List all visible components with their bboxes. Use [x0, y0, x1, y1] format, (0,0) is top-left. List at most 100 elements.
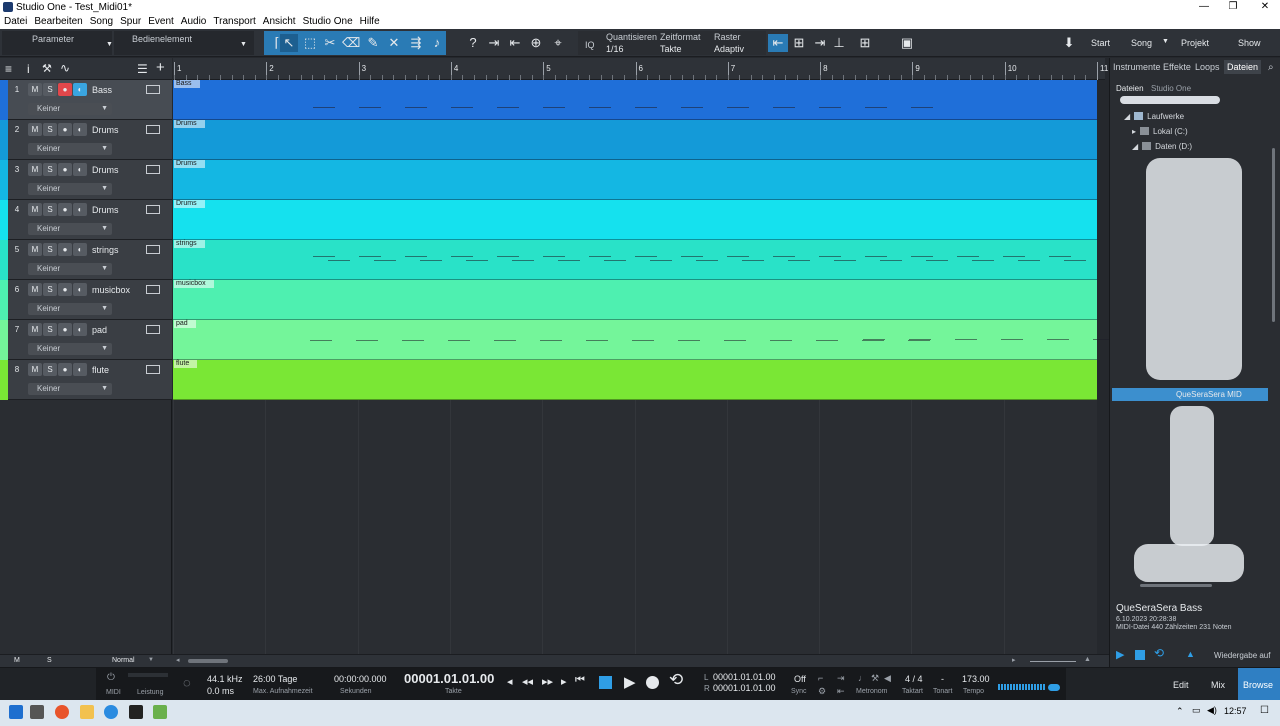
arrange-view[interactable]: Bass Drums Drums Drums strings musicbox pad flu… — [173, 80, 1115, 654]
minimize-button[interactable]: — — [1196, 1, 1212, 12]
preview-play-icon[interactable]: ▶ — [1116, 648, 1124, 661]
firefox-icon[interactable] — [55, 705, 69, 719]
return-zero-icon[interactable]: ⏮ — [575, 674, 585, 687]
close-button[interactable]: ✕ — [1257, 1, 1273, 12]
edge-icon[interactable] — [104, 705, 118, 719]
keyboard-icon[interactable] — [146, 165, 160, 174]
menu-song[interactable]: Song — [86, 15, 116, 27]
tab-instruments[interactable]: Instrumente — [1113, 62, 1161, 72]
solo-button[interactable]: S — [43, 163, 57, 176]
track-row[interactable]: 8 M S ● ◐ flute Keiner ▼ — [0, 360, 172, 400]
wrench-icon[interactable]: ⚒ — [42, 62, 52, 75]
monitor-icon[interactable]: ◐ — [73, 123, 87, 136]
search-icon[interactable]: ⌕ — [1268, 62, 1274, 73]
mute-tool-icon[interactable]: ✕ — [385, 34, 403, 52]
solo-button[interactable]: S — [43, 283, 57, 296]
timeformat-value[interactable]: Takte — [660, 44, 682, 54]
range-tool-icon[interactable]: ⬚ — [301, 34, 319, 52]
position-display[interactable]: 00001.01.01.00 — [404, 671, 494, 686]
input-select[interactable]: Keiner ▼ — [28, 223, 112, 235]
menu-hilfe[interactable]: Hilfe — [356, 15, 383, 27]
menu-audio[interactable]: Audio — [177, 15, 210, 27]
solo-button[interactable]: S — [43, 323, 57, 336]
menu-datei[interactable]: Datei — [0, 15, 30, 27]
subtab-files[interactable]: Dateien — [1116, 84, 1144, 93]
mode-dropdown-icon[interactable]: ▼ — [148, 657, 154, 663]
arrow-tool-icon[interactable]: ↖ — [280, 34, 298, 52]
menu-bearbeiten[interactable]: Bearbeiten — [30, 15, 85, 27]
play-button-icon[interactable]: ▶ — [624, 673, 636, 691]
performance-label[interactable]: Leistung — [137, 689, 163, 696]
global-solo[interactable]: S — [47, 657, 52, 664]
track-name[interactable]: Bass — [92, 85, 112, 95]
keyboard-icon[interactable] — [146, 365, 160, 374]
paint-tool-icon[interactable]: ✎ — [364, 34, 382, 52]
time-seconds[interactable]: 00:00:00.000 — [334, 674, 387, 684]
automation-icon[interactable]: ∿ — [60, 61, 70, 75]
track-name[interactable]: pad — [92, 325, 107, 335]
arrange-hscrollbar[interactable] — [188, 659, 228, 663]
inspector-icon[interactable]: i — [27, 62, 30, 76]
record-arm-icon[interactable]: ● — [58, 203, 72, 216]
preview-loop-icon[interactable]: ⟲ — [1154, 646, 1164, 660]
record-arm-icon[interactable]: ● — [58, 323, 72, 336]
track-name[interactable]: Drums — [92, 125, 119, 135]
keyboard-icon[interactable] — [146, 325, 160, 334]
split-tool-icon[interactable]: ✂ — [321, 34, 339, 52]
parameter-field[interactable]: Parameter ▼ — [2, 31, 113, 55]
solo-button[interactable]: S — [43, 203, 57, 216]
song-dropdown-icon[interactable]: ▼ — [1162, 38, 1169, 45]
tempo-value[interactable]: 173.00 — [962, 674, 990, 684]
zoom-in-icon[interactable]: ▲ — [1084, 656, 1091, 663]
precount-icon[interactable]: ⌐ — [818, 673, 823, 683]
loop-button-icon[interactable]: ⟲ — [669, 670, 683, 690]
tab-loops[interactable]: Loops — [1195, 62, 1220, 72]
loop-end[interactable]: 00001.01.01.00 — [713, 683, 776, 693]
solo-button[interactable]: S — [43, 363, 57, 376]
monitor-icon[interactable]: ◐ — [73, 323, 87, 336]
metronome-icon[interactable]: ♩ — [858, 673, 867, 683]
mute-button[interactable]: M — [28, 323, 42, 336]
midi-clip[interactable]: strings — [173, 240, 1097, 280]
start-button[interactable]: Start — [1091, 38, 1110, 48]
file-explorer-icon[interactable] — [80, 705, 94, 719]
global-mute[interactable]: M — [14, 657, 20, 664]
tree-drives[interactable]: ◢ Laufwerke — [1124, 112, 1184, 121]
scroll-right-icon[interactable]: ▸ — [1012, 656, 1016, 664]
snap-cursor-icon[interactable]: ⊥ — [830, 34, 848, 52]
keyboard-icon[interactable] — [146, 205, 160, 214]
monitor-icon[interactable]: ◐ — [73, 83, 87, 96]
sync-value[interactable]: Off — [794, 674, 806, 684]
solo-button[interactable]: S — [43, 123, 57, 136]
mute-button[interactable]: M — [28, 243, 42, 256]
preview-stop-icon[interactable] — [1135, 650, 1145, 660]
midi-clip[interactable]: Drums — [173, 120, 1097, 160]
record-arm-icon[interactable]: ● — [58, 283, 72, 296]
forward-end-icon[interactable]: ▸ — [561, 675, 567, 688]
keyboard-icon[interactable] — [146, 125, 160, 134]
snap-grid-icon[interactable]: ⊞ — [790, 34, 808, 52]
restore-button[interactable]: ❐ — [1225, 1, 1241, 12]
track-row[interactable]: 1 M S ● ◐ Bass Keiner ▼ — [0, 80, 172, 120]
show-button[interactable]: Show — [1238, 38, 1261, 48]
record-arm-icon[interactable]: ● — [58, 243, 72, 256]
monitor-icon[interactable]: ◐ — [73, 203, 87, 216]
menu-transport[interactable]: Transport — [209, 15, 258, 27]
mute-button[interactable]: M — [28, 163, 42, 176]
solo-button[interactable]: S — [43, 83, 57, 96]
settings-gear-icon[interactable]: ⚙ — [818, 686, 826, 697]
track-row[interactable]: 4 M S ● ◐ Drums Keiner ▼ — [0, 200, 172, 240]
input-select[interactable]: Keiner ▼ — [28, 103, 112, 115]
midi-clip[interactable]: Bass — [173, 80, 1097, 120]
tab-files[interactable]: Dateien — [1224, 60, 1262, 74]
track-row[interactable]: 6 M S ● ◐ musicbox Keiner ▼ — [0, 280, 172, 320]
subtab-studio-one[interactable]: Studio One — [1151, 84, 1191, 93]
track-name[interactable]: flute — [92, 365, 109, 375]
solo-button[interactable]: S — [43, 243, 57, 256]
zoom-slider[interactable] — [1030, 661, 1076, 662]
track-row[interactable]: 5 M S ● ◐ strings Keiner ▼ — [0, 240, 172, 280]
track-name[interactable]: Drums — [92, 165, 119, 175]
snap-events-icon[interactable]: ⇥ — [811, 34, 829, 52]
midi-clip[interactable]: Drums — [173, 160, 1097, 200]
record-button-icon[interactable] — [646, 676, 659, 689]
